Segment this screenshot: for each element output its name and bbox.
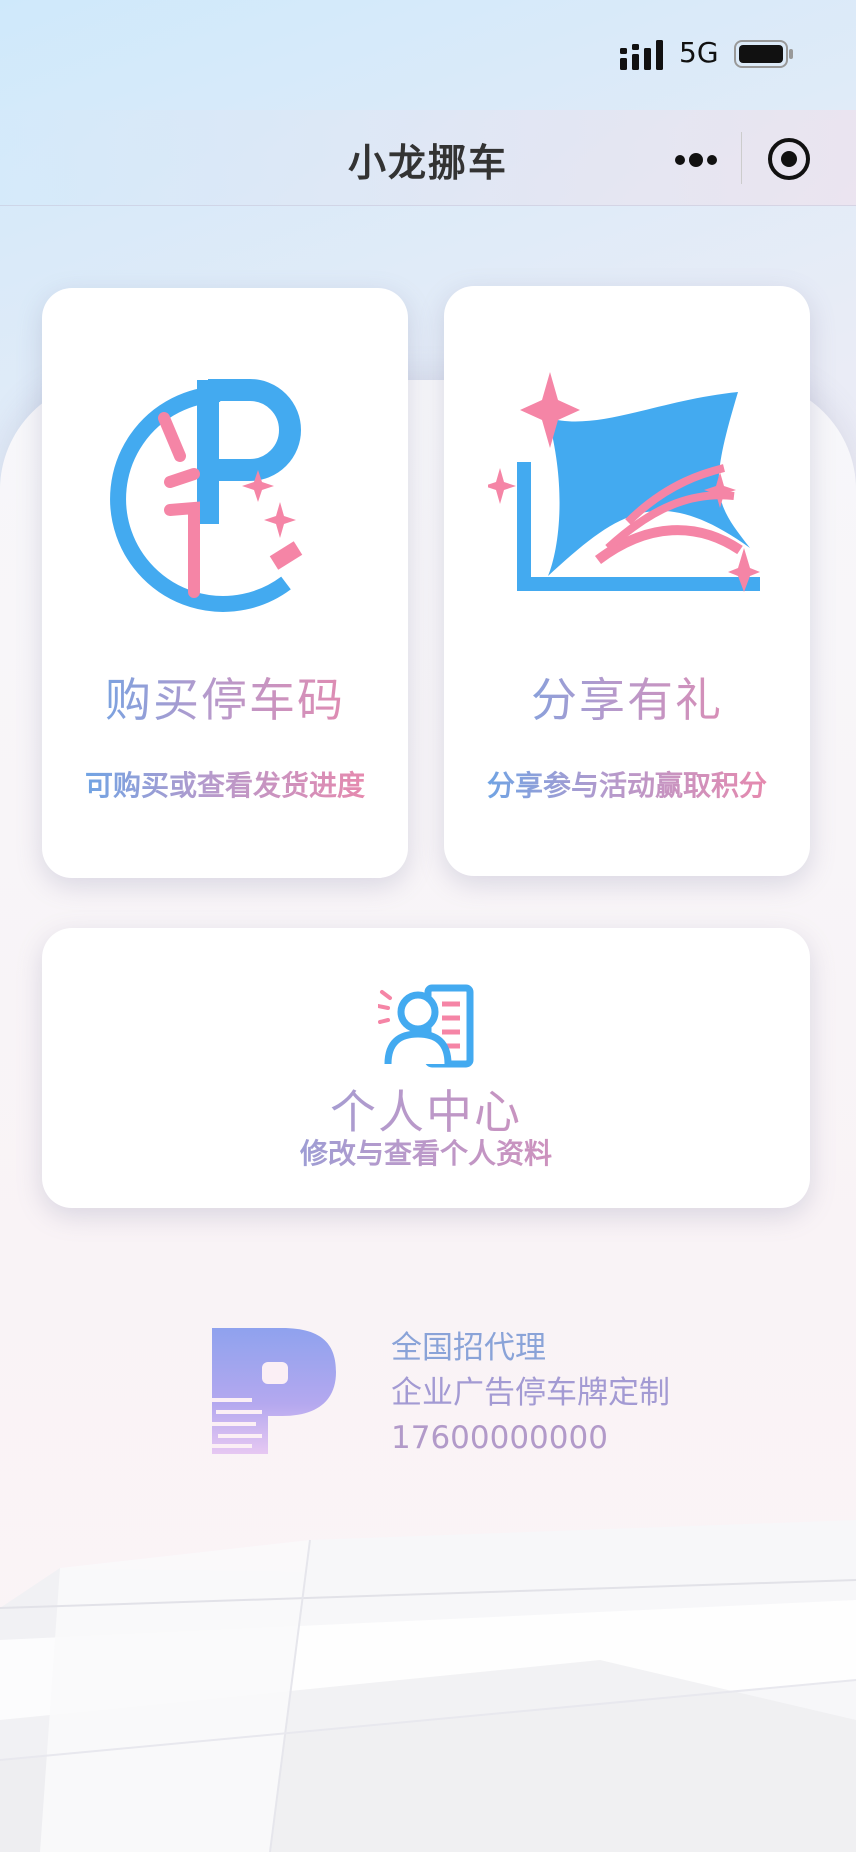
share-gift-icon	[488, 372, 760, 592]
navigation-bar: 小龙挪车	[0, 110, 856, 206]
promo-text: 全国招代理 企业广告停车牌定制 17600000000	[391, 1326, 670, 1461]
promo-agent-line: 全国招代理	[391, 1330, 546, 1366]
share-card-title: 分享有礼	[444, 664, 810, 730]
user-center-card[interactable]: 个人中心 修改与查看个人资料	[42, 928, 810, 1208]
record-target-icon[interactable]	[766, 136, 812, 182]
decorative-paper-shapes	[0, 1520, 856, 1852]
buy-card-subtitle: 可购买或查看发货进度	[42, 764, 408, 804]
parking-p-logo-icon	[212, 1328, 336, 1454]
promo-phone[interactable]: 17600000000	[391, 1416, 670, 1461]
user-profile-icon	[378, 984, 474, 1068]
signal-strength-icon	[620, 40, 663, 70]
more-dots-icon[interactable]	[672, 140, 720, 180]
buy-card-title: 购买停车码	[42, 664, 408, 730]
status-bar: 5G	[0, 0, 856, 110]
share-gift-card[interactable]: 分享有礼 分享参与活动赢取积分	[444, 286, 810, 876]
battery-icon	[734, 40, 793, 68]
buy-parking-code-card[interactable]: 购买停车码 可购买或查看发货进度	[42, 288, 408, 878]
page-title: 小龙挪车	[347, 141, 508, 185]
user-card-subtitle: 修改与查看个人资料	[42, 1132, 810, 1172]
share-card-subtitle: 分享参与活动赢取积分	[444, 764, 810, 804]
network-type: 5G	[679, 36, 719, 69]
capsule-divider	[741, 132, 742, 184]
promo-custom-line: 企业广告停车牌定制	[391, 1375, 670, 1411]
parking-code-icon	[110, 379, 303, 612]
